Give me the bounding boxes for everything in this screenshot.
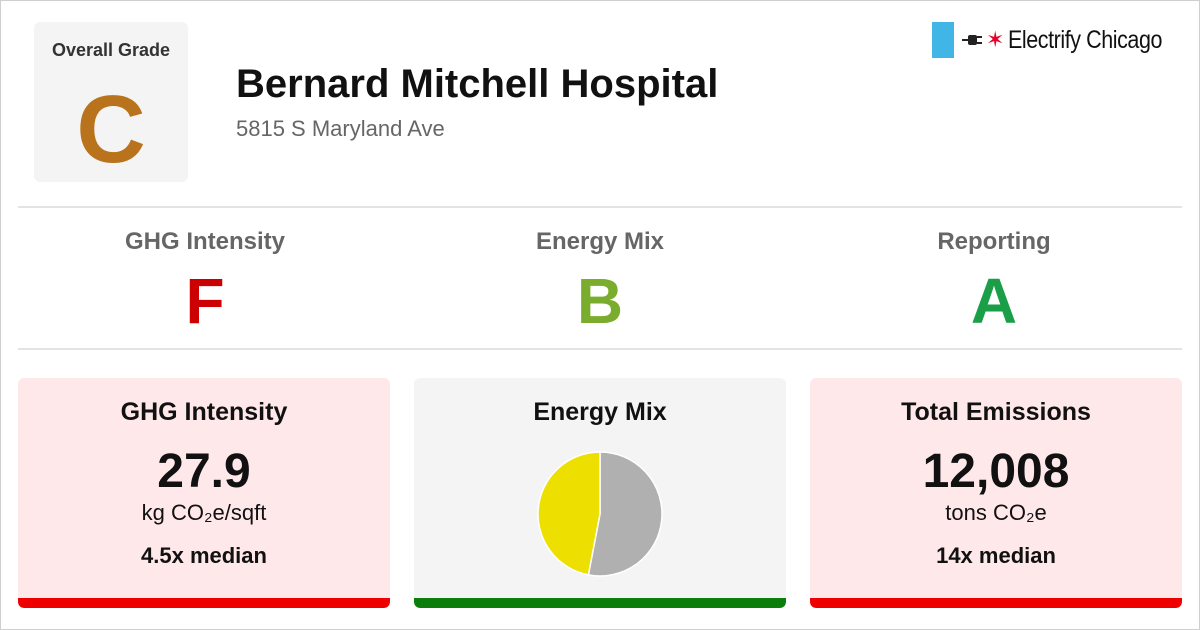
energy-mix-card: Energy Mix: [414, 378, 786, 608]
subgrade-energy-mix: Energy Mix B: [403, 224, 797, 336]
card-title: GHG Intensity: [120, 398, 288, 426]
building-name: Bernard Mitchell Hospital: [236, 62, 719, 106]
total-emissions-value: 12,008: [922, 445, 1070, 498]
status-bar: [18, 598, 390, 608]
status-bar: [414, 598, 786, 608]
red-star-icon: ✶: [986, 27, 1005, 52]
total-emissions-card: Total Emissions 12,008 tons CO₂e 14x med…: [810, 378, 1182, 608]
brand-name: Electrify Chicago: [1008, 25, 1163, 54]
card-title: Total Emissions: [901, 398, 1091, 426]
ghg-intensity-unit: kg CO₂e/sqft: [141, 500, 267, 525]
ghg-intensity-card: GHG Intensity 27.9 kg CO₂e/sqft 4.5x med…: [18, 378, 390, 608]
card-title: Energy Mix: [533, 398, 667, 426]
subgrade-label: Reporting: [937, 228, 1051, 255]
subgrade-letter: F: [185, 265, 225, 337]
divider: [18, 348, 1182, 350]
plug-icon: [962, 35, 982, 45]
pie-slice-1: [537, 451, 601, 576]
ghg-intensity-value: 27.9: [157, 445, 251, 498]
chicago-flag-stripe-icon: [932, 22, 954, 58]
building-address: 5815 S Maryland Ave: [236, 116, 445, 141]
brand-logo[interactable]: ✶ Electrify Chicago: [932, 22, 1188, 58]
ghg-intensity-median: 4.5x median: [141, 543, 267, 568]
subgrade-ghg-intensity: GHG Intensity F: [8, 224, 402, 336]
overall-grade-tile: Overall Grade C: [34, 22, 188, 182]
subgrade-reporting: Reporting A: [797, 224, 1191, 336]
status-bar: [810, 598, 1182, 608]
subgrade-letter: A: [970, 265, 1018, 337]
energy-mix-pie-chart: [537, 451, 663, 577]
overall-grade-label: Overall Grade: [51, 40, 171, 60]
total-emissions-median: 14x median: [936, 543, 1056, 568]
subgrade-letter: B: [576, 265, 624, 337]
subgrade-label: GHG Intensity: [124, 228, 286, 255]
total-emissions-unit: tons CO₂e: [945, 500, 1047, 525]
overall-grade-letter: C: [76, 76, 146, 183]
divider: [18, 206, 1182, 208]
subgrade-label: Energy Mix: [535, 228, 665, 255]
